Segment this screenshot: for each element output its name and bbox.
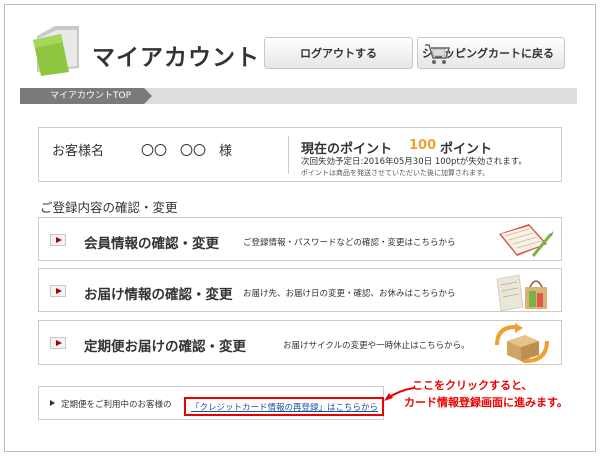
triangle-right-icon [50,400,55,406]
folder-logo-icon [33,26,79,76]
logout-button[interactable]: ログアウトする [264,37,413,69]
notebook-icon [499,224,553,257]
delivery-info-link[interactable]: お届け情報の確認・変更 お届け先、お届け日の変更・確認、お休みはこちらから [38,268,562,312]
account-summary: お客様名 〇〇 〇〇 様 現在のポイント 100 ポイント 次回失効予定日:20… [38,127,562,182]
points-value: 100 [409,138,437,153]
arrow-right-icon [50,285,66,297]
page-title: マイアカウント [92,45,260,71]
delivery-bag-icon [496,274,547,311]
member-info-link[interactable]: 会員情報の確認・変更 ご登録情報・パスワードなどの確認・変更はこちらから [38,217,562,261]
menu-item-desc: お届けサイクルの変更や一時休止はこちらから。 [283,341,470,351]
subscription-delivery-link[interactable]: 定期便お届けの確認・変更 お届けサイクルの変更や一時休止はこちらから。 [38,320,562,365]
customer-name: 〇〇 〇〇 様 [141,144,233,159]
credit-card-reregister-link[interactable]: 「クレジットカード情報の再登録」はこちらから [184,397,384,416]
arrow-right-icon [50,337,66,349]
shopping-cart-icon [425,44,450,64]
menu-item-desc: ご登録情報・パスワードなどの確認・変更はこちらから [243,238,456,248]
points-note: ポイントは商品を発送させていただいた後に加算されます。 [301,169,490,177]
credit-card-prefix: 定期便をご利用中のお客様の [61,400,172,410]
logout-label: ログアウトする [300,47,377,60]
back-to-cart-button[interactable]: ショッピングカートに戻る [417,37,565,69]
registration-section-title: ご登録内容の確認・変更 [40,200,178,215]
arrow-right-icon [50,234,66,246]
callout-line1: ここをクリックすると、 [412,379,533,392]
callout-line2: カード情報登録画面に進みます。 [404,396,568,409]
box-cycle-icon [495,323,549,363]
menu-item-label: 定期便お届けの確認・変更 [84,339,246,355]
summary-divider [288,136,289,174]
points-expiry: 次回失効予定日:2016年05月30日 100ptが失効されます。 [301,157,527,167]
customer-name-label: お客様名 [52,144,105,159]
credit-card-link-label: 「クレジットカード情報の再登録」はこちらから [191,403,379,413]
breadcrumb-current: マイアカウントTOP [20,88,152,104]
menu-item-label: お届け情報の確認・変更 [84,287,233,303]
menu-item-desc: お届け先、お届け日の変更・確認、お休みはこちらから [243,289,456,299]
menu-item-label: 会員情報の確認・変更 [84,236,219,252]
